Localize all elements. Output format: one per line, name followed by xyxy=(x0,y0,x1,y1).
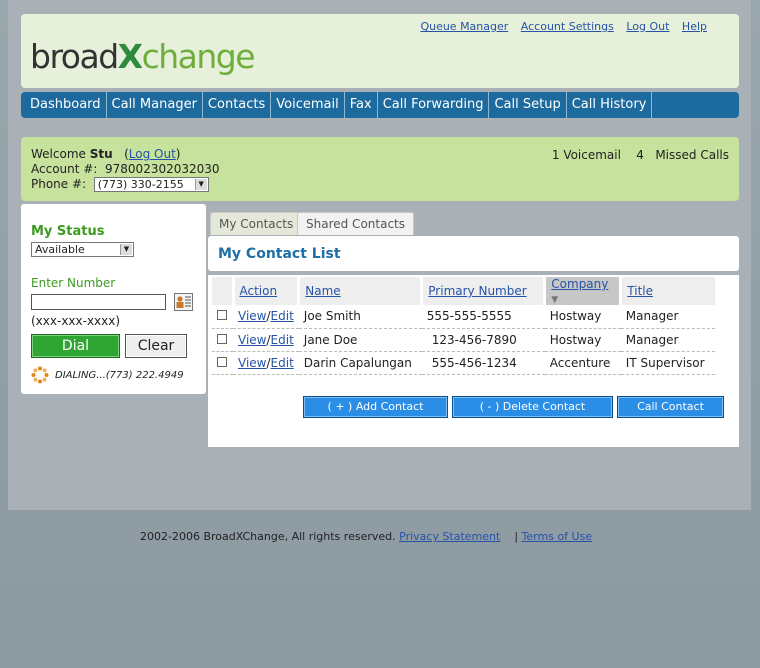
privacy-link[interactable]: Privacy Statement xyxy=(399,530,500,543)
nav-call-forwarding[interactable]: Call Forwarding xyxy=(378,92,490,118)
row-checkbox[interactable] xyxy=(217,310,227,321)
spinner-icon xyxy=(31,366,49,384)
contact-name: Darin Capalungan xyxy=(298,351,422,375)
welcome-logout-link[interactable]: Log Out xyxy=(129,147,176,161)
contact-card-icon[interactable] xyxy=(174,293,193,311)
nav-call-manager[interactable]: Call Manager xyxy=(107,92,203,118)
delete-contact-button[interactable]: ( - ) Delete Contact xyxy=(452,396,613,418)
nav-contacts[interactable]: Contacts xyxy=(203,92,272,118)
dial-button[interactable]: Dial xyxy=(31,334,120,358)
nav-call-setup[interactable]: Call Setup xyxy=(489,92,567,118)
welcome-label: Welcome xyxy=(31,147,86,161)
clear-button[interactable]: Clear xyxy=(125,334,187,358)
edit-link[interactable]: Edit xyxy=(271,333,294,347)
contact-number: 555-456-1234 xyxy=(421,351,545,375)
list-title-box: My Contact List xyxy=(208,236,739,271)
table-header: Action Name Primary Number Company ▼ Tit… xyxy=(212,277,715,305)
view-link[interactable]: View xyxy=(238,356,266,370)
column-company[interactable]: Company xyxy=(551,277,608,291)
dialing-status: DIALING...(773) 222.4949 xyxy=(31,366,184,384)
footer-separator: | xyxy=(514,530,519,543)
sort-arrow-icon: ▼ xyxy=(551,295,559,305)
table-row: View/Edit Jane Doe 123-456-7890 Hostway … xyxy=(212,328,715,352)
chevron-down-icon: ▼ xyxy=(120,244,132,255)
row-checkbox[interactable] xyxy=(217,333,227,344)
edit-link[interactable]: Edit xyxy=(271,356,294,370)
column-name[interactable]: Name xyxy=(305,284,340,298)
contact-title: IT Supervisor xyxy=(620,351,715,375)
nav-call-history[interactable]: Call History xyxy=(567,92,653,118)
logout-link[interactable]: Log Out xyxy=(626,20,669,33)
phone-label: Phone #: xyxy=(31,177,87,191)
user-name: Stu xyxy=(89,147,113,161)
message-counts: 1 Voicemail 4 Missed Calls xyxy=(552,148,729,162)
row-checkbox[interactable] xyxy=(217,356,227,367)
queue-manager-link[interactable]: Queue Manager xyxy=(420,20,508,33)
main-nav: Dashboard Call Manager Contacts Voicemai… xyxy=(21,92,739,118)
view-link[interactable]: View xyxy=(238,309,266,323)
terms-link[interactable]: Terms of Use xyxy=(522,530,593,543)
contact-company: Accenture xyxy=(544,351,621,375)
tab-shared-contacts[interactable]: Shared Contacts xyxy=(297,212,414,235)
footer: 2002-2006 BroadXChange, All rights reser… xyxy=(140,530,592,543)
welcome-block: Welcome Stu (Log Out) Account #: 9780023… xyxy=(31,147,220,192)
missed-count: 4 xyxy=(636,148,644,162)
nav-dashboard[interactable]: Dashboard xyxy=(25,92,107,118)
top-links: Queue Manager Account Settings Log Out H… xyxy=(411,20,707,33)
contact-table: Action Name Primary Number Company ▼ Tit… xyxy=(212,277,715,375)
account-number: 978002302032030 xyxy=(105,162,220,176)
contact-number: 555-555-5555 xyxy=(421,305,545,329)
broadxchange-logo: broadXchange xyxy=(30,37,256,76)
account-label: Account #: xyxy=(31,162,98,176)
number-input[interactable] xyxy=(31,294,166,310)
status-title: My Status xyxy=(31,224,105,239)
view-link[interactable]: View xyxy=(238,333,266,347)
contact-title: Manager xyxy=(620,305,715,329)
copyright-text: 2002-2006 BroadXChange, All rights reser… xyxy=(140,530,396,543)
dialer-panel: My Status Available ▼ Enter Number (xxx-x… xyxy=(21,204,206,394)
column-title[interactable]: Title xyxy=(627,284,653,298)
account-info-bar: Welcome Stu (Log Out) Account #: 9780023… xyxy=(21,137,739,201)
dialing-text: DIALING...(773) 222.4949 xyxy=(55,369,184,381)
call-contact-button[interactable]: Call Contact xyxy=(617,396,724,418)
contact-title: Manager xyxy=(620,328,715,352)
nav-fax[interactable]: Fax xyxy=(345,92,378,118)
contact-list: Action Name Primary Number Company ▼ Tit… xyxy=(208,275,739,447)
enter-number-label: Enter Number xyxy=(31,276,116,290)
table-row: View/Edit Darin Capalungan 555-456-1234 … xyxy=(212,351,715,375)
tab-my-contacts[interactable]: My Contacts xyxy=(210,212,303,235)
contact-company: Hostway xyxy=(544,328,621,352)
status-select[interactable]: Available ▼ xyxy=(31,242,134,257)
account-settings-link[interactable]: Account Settings xyxy=(521,20,614,33)
phone-select[interactable]: (773) 330-2155 ▼ xyxy=(93,177,209,192)
contact-name: Joe Smith xyxy=(298,305,422,329)
contact-company: Hostway xyxy=(544,305,621,329)
nav-voicemail[interactable]: Voicemail xyxy=(271,92,345,118)
column-primary-number[interactable]: Primary Number xyxy=(428,284,526,298)
column-action[interactable]: Action xyxy=(240,284,278,298)
contact-name: Jane Doe xyxy=(298,328,422,352)
add-contact-button[interactable]: ( + ) Add Contact xyxy=(303,396,448,418)
header: Queue Manager Account Settings Log Out H… xyxy=(21,14,739,88)
list-title: My Contact List xyxy=(218,246,341,262)
edit-link[interactable]: Edit xyxy=(271,309,294,323)
voicemail-label: Voicemail xyxy=(563,148,621,162)
chevron-down-icon: ▼ xyxy=(194,179,207,190)
contact-number: 123-456-7890 xyxy=(421,328,545,352)
missed-label: Missed Calls xyxy=(655,148,729,162)
table-row: View/Edit Joe Smith 555-555-5555 Hostway… xyxy=(212,305,715,329)
voicemail-count: 1 xyxy=(551,148,560,162)
number-format-hint: (xxx-xxx-xxxx) xyxy=(31,314,121,328)
help-link[interactable]: Help xyxy=(682,20,707,33)
